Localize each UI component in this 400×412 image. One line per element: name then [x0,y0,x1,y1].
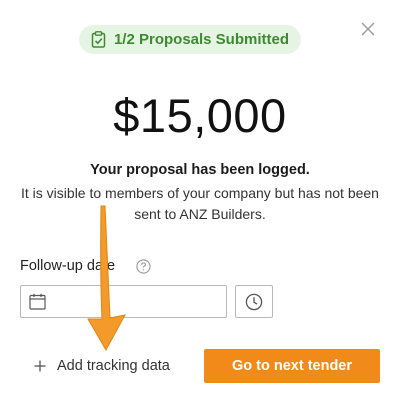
follow-up-date-input[interactable] [53,287,223,316]
follow-up-date-field[interactable] [20,285,227,318]
question-circle-icon[interactable] [136,259,151,274]
go-to-next-tender-button[interactable]: Go to next tender [204,349,380,383]
badge-text: 1/2 Proposals Submitted [113,31,290,48]
proposal-amount: $15,000 [113,89,287,142]
confirmation-body: It is visible to members of your company… [21,185,379,222]
confirmation-title: Your proposal has been logged. [90,162,310,178]
close-button[interactable] [358,19,378,39]
clipboard-check-icon [91,31,106,48]
clock-icon[interactable] [245,293,263,311]
plus-icon [34,360,46,372]
proposals-submitted-badge: 1/2 Proposals Submitted [79,25,301,54]
follow-up-date-label: Follow-up date [20,258,116,274]
help-button[interactable] [136,259,151,274]
calendar-icon[interactable] [29,293,46,310]
close-icon[interactable] [358,19,378,39]
proposal-logged-modal: 1/2 Proposals Submitted $15,000 Your pro… [0,0,400,412]
add-tracking-label: Add tracking data [57,358,170,374]
time-picker-button[interactable] [235,285,273,318]
add-tracking-data-button[interactable]: Add tracking data [34,355,170,377]
